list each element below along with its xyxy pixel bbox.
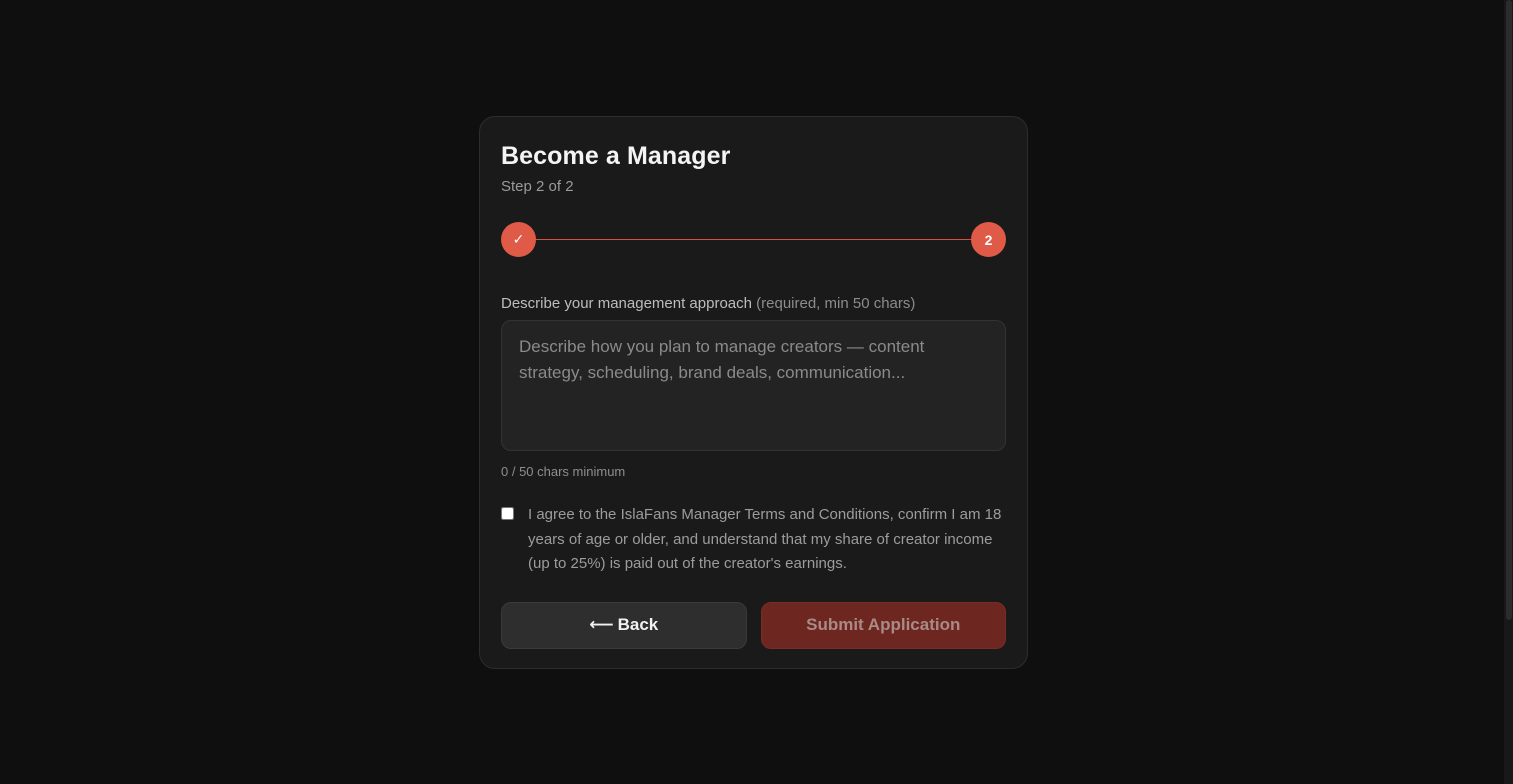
approach-label-text: Describe your management approach: [501, 295, 752, 312]
back-button[interactable]: ⟵ Back: [501, 601, 747, 649]
step-2-current: 2: [971, 222, 1006, 257]
progress-stepper: ✓ 2: [501, 222, 1006, 257]
stepper-connector-line: [535, 239, 972, 240]
approach-field-label: Describe your management approach (requi…: [501, 294, 1006, 314]
step-1-complete-check-icon: ✓: [501, 222, 536, 257]
terms-checkbox[interactable]: [501, 507, 514, 520]
terms-agreement: I agree to the IslaFans Manager Terms an…: [501, 503, 1006, 577]
back-button-label: Back: [617, 615, 659, 634]
terms-text[interactable]: I agree to the IslaFans Manager Terms an…: [528, 503, 1006, 577]
char-count: 0 / 50 chars minimum: [501, 464, 626, 479]
submit-application-button[interactable]: Submit Application: [760, 601, 1006, 649]
management-approach-textarea[interactable]: [501, 320, 1006, 451]
arrow-left-icon: ⟵: [589, 615, 614, 634]
manager-application-card: Become a Manager Step 2 of 2 ✓ 2 Describ…: [479, 116, 1028, 669]
page-title: Become a Manager: [501, 142, 731, 170]
approach-label-hint: (required, min 50 chars): [756, 295, 916, 312]
form-actions: ⟵ Back Submit Application: [501, 601, 1006, 649]
page-scrollbar[interactable]: [1504, 0, 1513, 784]
scrollbar-thumb[interactable]: [1506, 0, 1512, 620]
step-indicator-text: Step 2 of 2: [501, 178, 574, 195]
